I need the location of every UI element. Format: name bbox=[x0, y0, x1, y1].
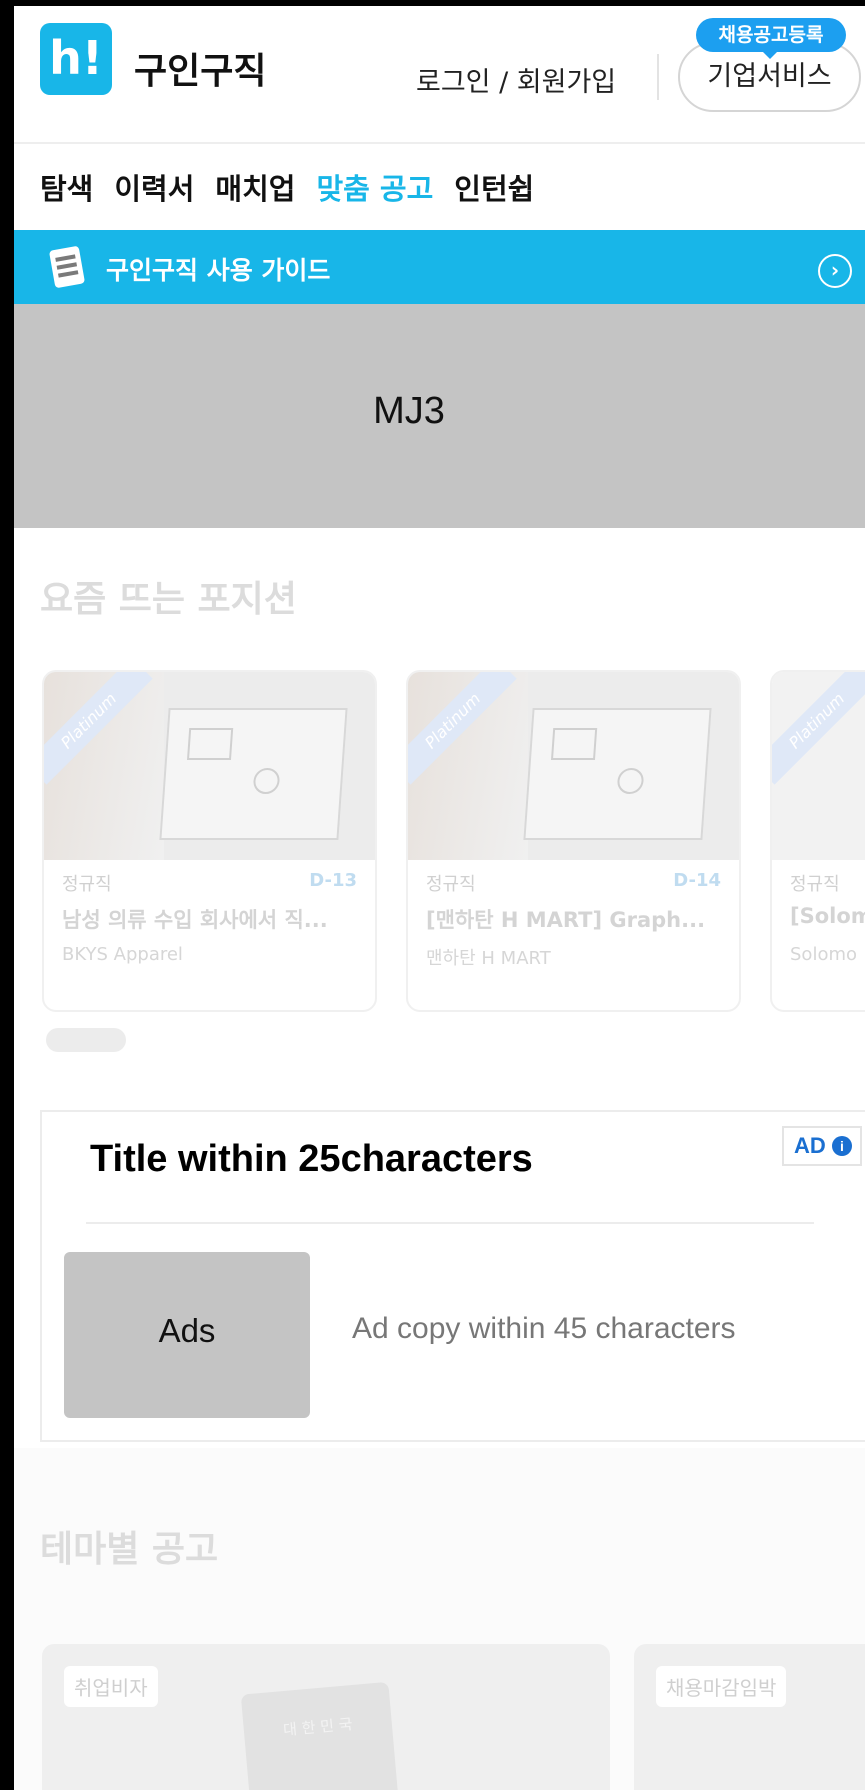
ad-image-placeholder[interactable]: Ads bbox=[64, 1252, 310, 1418]
theme-card[interactable]: 채용마감임박 bbox=[634, 1644, 865, 1790]
job-card[interactable]: Platinum 정규직 D-14 [맨하탄 H MART] Graph... … bbox=[406, 670, 741, 1012]
job-card-image: Platinum bbox=[44, 672, 375, 860]
carousel-pager[interactable] bbox=[46, 1028, 126, 1052]
theme-section-title: 테마별 공고 bbox=[40, 1529, 219, 1570]
job-card-image: Platinum bbox=[772, 672, 865, 860]
trending-section-title: 요즘 뜨는 포지션 bbox=[40, 579, 297, 620]
job-dday: D-13 bbox=[309, 870, 357, 891]
info-icon[interactable]: i bbox=[832, 1136, 852, 1156]
job-company: 맨하탄 H MART bbox=[426, 948, 551, 969]
job-card-image: Platinum bbox=[408, 672, 739, 860]
job-card[interactable]: Platinum 정규직 D-13 남성 의류 수입 회사에서 직... BKY… bbox=[42, 670, 377, 1012]
passport-image: 대 한 민 국 bbox=[240, 1681, 402, 1790]
theme-tag: 취업비자 bbox=[64, 1666, 158, 1707]
usage-guide-bar[interactable]: 구인구직 사용 가이드 › bbox=[14, 230, 865, 304]
passport-text: 대 한 민 국 bbox=[282, 1715, 354, 1740]
guide-text: 구인구직 사용 가이드 bbox=[106, 256, 331, 285]
job-company: Solomo bbox=[790, 944, 857, 965]
header: h! 구인구직 로그인 / 회원가입 기업서비스 채용공고등록 bbox=[14, 6, 865, 144]
header-divider bbox=[657, 54, 659, 100]
theme-tag: 채용마감임박 bbox=[656, 1666, 787, 1707]
ad-copy: Ad copy within 45 characters bbox=[352, 1312, 736, 1345]
wireframe-sketch bbox=[159, 708, 348, 840]
job-dday: D-14 bbox=[673, 870, 721, 891]
banner-label: MJ3 bbox=[373, 390, 445, 432]
ad-image-label: Ads bbox=[158, 1312, 216, 1349]
ad-box[interactable]: Title within 25characters AD i Ads Ad co… bbox=[40, 1110, 865, 1442]
job-title: [맨하탄 H MART] Graph... bbox=[426, 908, 706, 932]
job-type: 정규직 bbox=[426, 874, 476, 895]
theme-card[interactable]: 취업비자 대 한 민 국 bbox=[42, 1644, 610, 1790]
job-type: 정규직 bbox=[62, 874, 112, 895]
notebook-icon bbox=[48, 245, 86, 289]
ad-divider bbox=[86, 1222, 814, 1224]
ad-title: Title within 25characters bbox=[90, 1138, 533, 1180]
page-frame: h! 구인구직 로그인 / 회원가입 기업서비스 채용공고등록 탐색 이력서 매치업… bbox=[14, 6, 865, 1790]
job-title: [Solom bbox=[790, 904, 865, 928]
job-card[interactable]: Platinum 정규직 [Solom Solomo bbox=[770, 670, 865, 1012]
login-signup-link[interactable]: 로그인 / 회원가입 bbox=[416, 60, 616, 99]
recruit-post-badge[interactable]: 채용공고등록 bbox=[696, 18, 846, 59]
chevron-right-icon[interactable]: › bbox=[818, 254, 852, 288]
main-nav: 탐색 이력서 매치업 맞춤 공고 인턴쉽 bbox=[40, 166, 555, 206]
job-type: 정규직 bbox=[790, 874, 840, 895]
platinum-ribbon: Platinum bbox=[772, 672, 865, 785]
logo-mark[interactable]: h! bbox=[40, 23, 112, 95]
wireframe-sketch bbox=[523, 708, 712, 840]
job-title: 남성 의류 수입 회사에서 직... bbox=[62, 908, 328, 932]
ad-badge-label: AD bbox=[794, 1133, 826, 1158]
logo-text[interactable]: 구인구직 bbox=[134, 42, 266, 94]
nav-item-internship[interactable]: 인턴쉽 bbox=[454, 166, 534, 208]
nav-item-resume[interactable]: 이력서 bbox=[114, 166, 194, 208]
nav-item-explore[interactable]: 탐색 bbox=[40, 166, 93, 208]
nav-item-custom-jobs[interactable]: 맞춤 공고 bbox=[316, 166, 433, 208]
banner-placeholder[interactable]: MJ3 bbox=[14, 304, 865, 528]
nav-item-matchup[interactable]: 매치업 bbox=[215, 166, 295, 208]
ad-badge[interactable]: AD i bbox=[782, 1126, 862, 1166]
job-company: BKYS Apparel bbox=[62, 944, 183, 965]
